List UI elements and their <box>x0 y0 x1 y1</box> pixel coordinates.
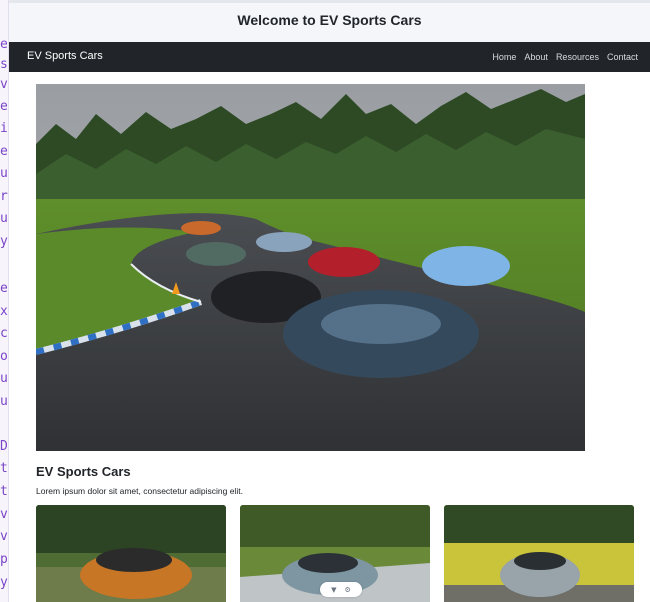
left-strip-char: t <box>0 485 8 498</box>
nav-link-resources[interactable]: Resources <box>556 52 599 62</box>
title-bar: Welcome to EV Sports Cars <box>9 0 650 43</box>
section-description: Lorem ipsum dolor sit amet, consectetur … <box>36 486 243 496</box>
card-image-3[interactable] <box>444 505 634 602</box>
card-image-3-graphic <box>444 505 634 602</box>
nav-link-contact[interactable]: Contact <box>607 52 638 62</box>
page-title: Welcome to EV Sports Cars <box>237 12 422 28</box>
left-strip-char: v <box>0 78 8 91</box>
left-strip-char: e <box>0 282 8 295</box>
left-strip-char: e <box>0 100 8 113</box>
nav-link-about[interactable]: About <box>524 52 548 62</box>
left-strip-char: s <box>0 58 8 71</box>
left-strip-char: r <box>0 190 8 203</box>
left-strip-char: u <box>0 395 8 408</box>
left-strip-char: u <box>0 212 8 225</box>
left-strip-char: v <box>0 508 8 521</box>
nav-links: Home About Resources Contact <box>492 52 638 62</box>
card-image-1[interactable] <box>36 505 226 602</box>
hero-image <box>36 84 585 451</box>
section-title: EV Sports Cars <box>36 464 131 479</box>
left-strip-char: D <box>0 440 8 453</box>
card-image-1-graphic <box>36 505 226 602</box>
hero-image-graphic <box>36 84 585 451</box>
gear-icon[interactable]: ⚙ <box>345 586 351 594</box>
left-strip-char: e <box>0 145 8 158</box>
left-strip-char: p <box>0 553 8 566</box>
left-strip-char: v <box>0 530 8 543</box>
left-strip-char: o <box>0 350 8 363</box>
left-code-strip: esveieuruyexcouuDttvvpy <box>0 0 9 602</box>
triangle-down-icon[interactable]: ▼ <box>331 586 336 594</box>
left-strip-char: u <box>0 372 8 385</box>
left-strip-char: c <box>0 327 8 340</box>
navbar-brand[interactable]: EV Sports Cars <box>27 50 103 62</box>
left-strip-char: y <box>0 235 8 248</box>
left-strip-char: u <box>0 167 8 180</box>
nav-link-home[interactable]: Home <box>492 52 516 62</box>
carousel-controls: ▼ ⚙ <box>320 582 362 597</box>
left-strip-char: t <box>0 462 8 475</box>
left-strip-char: x <box>0 305 8 318</box>
left-strip-char: e <box>0 38 8 51</box>
left-strip-char: i <box>0 122 8 135</box>
navbar: EV Sports Cars Home About Resources Cont… <box>9 42 650 72</box>
left-strip-char: y <box>0 576 8 589</box>
title-bar-top-border <box>9 0 650 3</box>
